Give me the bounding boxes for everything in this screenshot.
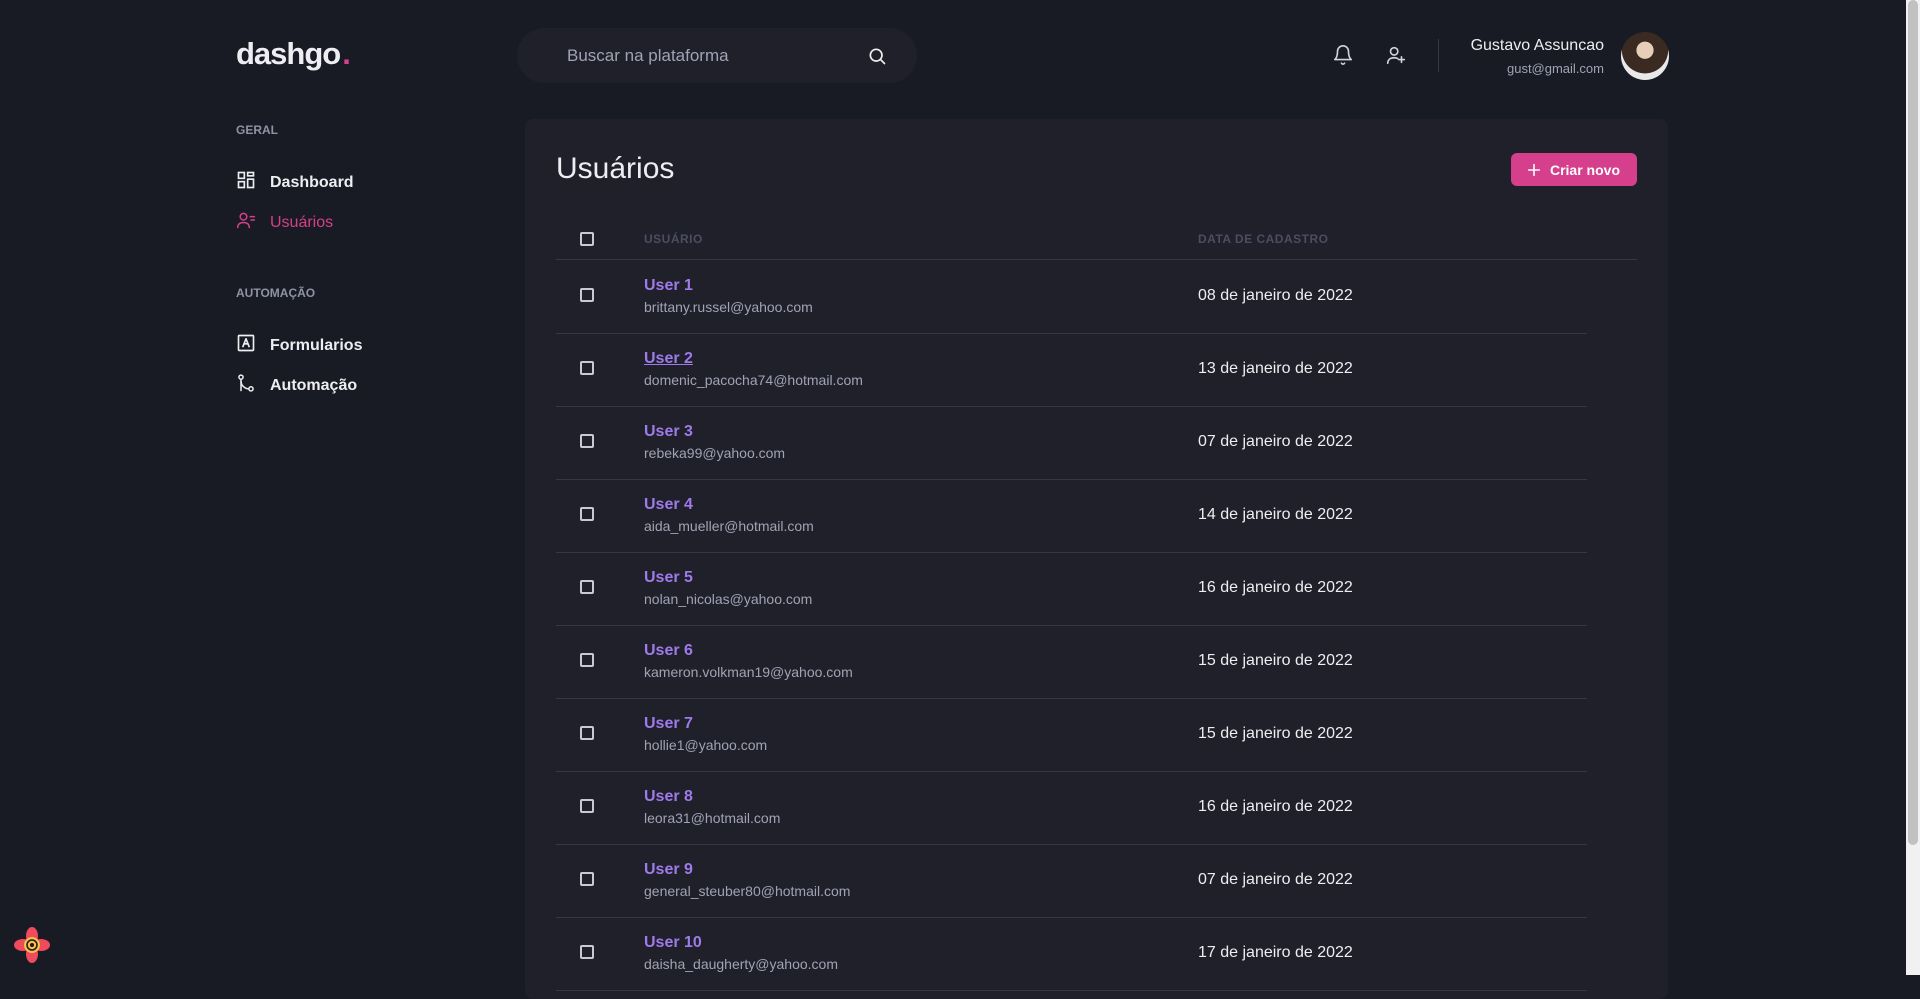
- sidebar-item-label: Formularios: [270, 336, 363, 354]
- page-title: Usuários: [556, 152, 675, 185]
- registration-date: 13 de janeiro de 2022: [1198, 360, 1353, 377]
- dashboard-icon: [236, 170, 256, 195]
- row-checkbox[interactable]: [580, 288, 594, 302]
- bell-icon[interactable]: [1332, 44, 1356, 68]
- table-row: User 3 rebeka99@yahoo.com 07 de janeiro de…: [556, 406, 1587, 480]
- registration-date: 16 de janeiro de 2022: [1198, 579, 1353, 596]
- user-name-link[interactable]: User 6: [644, 642, 693, 660]
- sidebar-item-label: Dashboard: [270, 173, 354, 191]
- user-name-link[interactable]: User 2: [644, 350, 693, 368]
- users-icon: [236, 210, 256, 235]
- plus-icon: [1526, 162, 1542, 178]
- user-email: nolan_nicolas@yahoo.com: [644, 591, 813, 607]
- logo[interactable]: dashgo.: [236, 36, 351, 72]
- row-checkbox[interactable]: [580, 434, 594, 448]
- row-checkbox[interactable]: [580, 726, 594, 740]
- table-row: User 10 daisha_daugherty@yahoo.com 17 de j…: [556, 917, 1587, 991]
- sidebar-item-dashboard[interactable]: Dashboard: [236, 170, 354, 195]
- user-name-link[interactable]: User 9: [644, 861, 693, 879]
- table-row: User 8 leora31@hotmail.com 16 de janeiro d…: [556, 771, 1587, 845]
- table-row: User 5 nolan_nicolas@yahoo.com 16 de janei…: [556, 552, 1587, 626]
- create-new-label: Criar novo: [1549, 161, 1620, 178]
- search-icon[interactable]: [867, 46, 887, 66]
- sidebar-item-automacao[interactable]: Automação: [236, 373, 357, 398]
- registration-date: 15 de janeiro de 2022: [1198, 725, 1353, 742]
- react-query-devtools-icon[interactable]: [12, 925, 52, 965]
- select-all-checkbox[interactable]: [580, 232, 594, 246]
- user-email: leora31@hotmail.com: [644, 810, 781, 826]
- table-row: User 1 brittany.russel@yahoo.com 08 de jan…: [556, 260, 1587, 334]
- row-checkbox[interactable]: [580, 507, 594, 521]
- user-email: brittany.russel@yahoo.com: [644, 299, 813, 315]
- user-email: general_steuber80@hotmail.com: [644, 883, 851, 899]
- sidebar-item-label: Automação: [270, 376, 358, 394]
- user-email: kameron.volkman19@yahoo.com: [644, 664, 853, 680]
- table-row: User 6 kameron.volkman19@yahoo.com 15 de j…: [556, 625, 1587, 699]
- user-name-link[interactable]: User 7: [644, 715, 693, 733]
- user-email: aida_mueller@hotmail.com: [644, 518, 814, 534]
- row-checkbox[interactable]: [580, 361, 594, 375]
- page-scrollbar[interactable]: [1906, 0, 1920, 975]
- registration-date: 15 de janeiro de 2022: [1198, 652, 1353, 669]
- row-checkbox[interactable]: [580, 653, 594, 667]
- user-name-link[interactable]: User 1: [644, 277, 693, 295]
- registration-date: 07 de janeiro de 2022: [1198, 871, 1353, 888]
- sidebar-section-geral: GERAL: [236, 123, 278, 137]
- create-new-button[interactable]: Criar novo: [1510, 153, 1637, 186]
- sidebar-section-automacao: AUTOMAÇÃO: [236, 286, 316, 300]
- search-bar: [517, 28, 917, 83]
- row-checkbox[interactable]: [580, 945, 594, 959]
- user-email: domenic_pacocha74@hotmail.com: [644, 372, 863, 388]
- registration-date: 08 de janeiro de 2022: [1198, 287, 1353, 304]
- user-name-link[interactable]: User 8: [644, 788, 693, 806]
- user-email: daisha_daugherty@yahoo.com: [644, 956, 839, 972]
- user-name-link[interactable]: User 4: [644, 496, 693, 514]
- user-name: Gustavo Assuncao: [1470, 37, 1604, 54]
- table-row: User 9 general_steuber80@hotmail.com 07 de…: [556, 844, 1587, 918]
- logo-dot: .: [342, 36, 351, 71]
- user-name-link[interactable]: User 3: [644, 423, 693, 441]
- column-header-user: USUÁRIO: [644, 232, 703, 246]
- table-row: User 4 aida_mueller@hotmail.com 14 de jane…: [556, 479, 1587, 553]
- sidebar-item-formularios[interactable]: Formularios: [236, 333, 362, 358]
- row-checkbox[interactable]: [580, 872, 594, 886]
- row-checkbox[interactable]: [580, 799, 594, 813]
- scrollbar-thumb[interactable]: [1908, 0, 1918, 845]
- user-email: hollie1@yahoo.com: [644, 737, 768, 753]
- column-header-date: DATA DE CADASTRO: [1198, 232, 1329, 246]
- registration-date: 14 de janeiro de 2022: [1198, 506, 1353, 523]
- search-input[interactable]: [565, 44, 867, 67]
- form-icon: [236, 333, 256, 358]
- user-email: rebeka99@yahoo.com: [644, 445, 786, 461]
- header-divider: [1438, 39, 1439, 72]
- table-row: User 7 hollie1@yahoo.com 15 de janeiro de …: [556, 698, 1587, 772]
- sidebar-item-usuarios[interactable]: Usuários: [236, 210, 333, 235]
- sidebar-item-label: Usuários: [270, 213, 334, 231]
- registration-date: 16 de janeiro de 2022: [1198, 798, 1353, 815]
- logo-text: dashgo: [236, 36, 341, 71]
- registration-date: 07 de janeiro de 2022: [1198, 433, 1353, 450]
- registration-date: 17 de janeiro de 2022: [1198, 944, 1353, 961]
- table-row: User 2 domenic_pacocha74@hotmail.com 13 de…: [556, 333, 1587, 407]
- avatar[interactable]: [1621, 32, 1669, 80]
- row-checkbox[interactable]: [580, 580, 594, 594]
- git-merge-icon: [236, 373, 256, 398]
- user-name-link[interactable]: User 5: [644, 569, 693, 587]
- user-email: gust@gmail.com: [1506, 61, 1604, 76]
- user-name-link[interactable]: User 10: [644, 934, 702, 952]
- user-add-icon[interactable]: [1385, 44, 1409, 68]
- users-panel: Usuários Criar novo USUÁRIO DATA DE CADA…: [525, 119, 1668, 999]
